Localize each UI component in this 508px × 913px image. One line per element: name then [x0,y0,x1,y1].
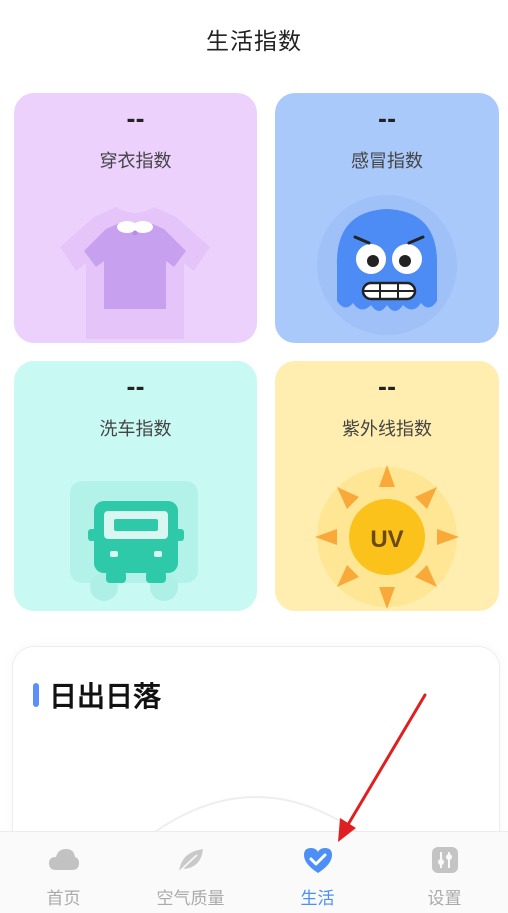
leaf-icon [177,849,203,873]
clothing-index-card[interactable]: -- 穿衣指数 [14,93,257,343]
cloud-icon [48,849,79,870]
uv-index-value: -- [377,376,397,401]
tab-settings[interactable]: 设置 [381,832,508,913]
sun-uv-icon: UV [315,465,459,609]
tab-air-quality-label: 空气质量 [156,889,225,909]
tab-home[interactable]: 首页 [0,832,127,913]
page-title: 生活指数 [206,29,302,55]
cold-index-card[interactable]: -- 感冒指数 [275,93,499,343]
title-accent-bar [33,683,39,707]
tshirt-icon [60,207,210,339]
bottom-tab-bar: 首页 空气质量 生活 设置 [0,831,508,913]
heart-check-icon [303,848,332,873]
uv-index-card[interactable]: -- 紫外线指数 UV [275,361,499,611]
tab-settings-label: 设置 [427,889,462,909]
tab-life[interactable]: 生活 [254,832,381,913]
settings-icon [431,847,458,873]
carwash-index-card[interactable]: -- 洗车指数 [14,361,257,611]
cold-index-value: -- [377,108,397,133]
uv-index-label: 紫外线指数 [342,419,432,440]
tab-life-label: 生活 [300,889,335,909]
cold-index-label: 感冒指数 [351,151,423,172]
carwash-index-value: -- [126,376,145,401]
clothing-index-value: -- [126,108,145,133]
cold-face-icon [317,195,457,335]
sunrise-sunset-title: 日出日落 [49,680,162,713]
clothing-index-label: 穿衣指数 [99,151,172,172]
tab-home-label: 首页 [46,889,81,909]
car-icon [70,481,198,601]
tab-air-quality[interactable]: 空气质量 [127,832,254,913]
carwash-index-label: 洗车指数 [99,419,172,440]
uv-badge-text: UV [370,526,403,553]
